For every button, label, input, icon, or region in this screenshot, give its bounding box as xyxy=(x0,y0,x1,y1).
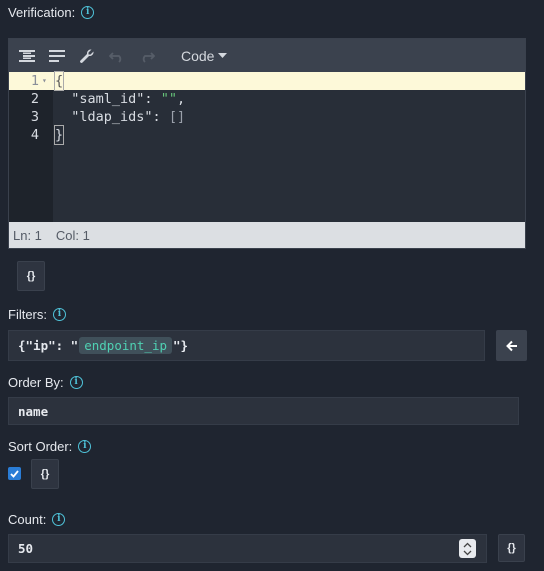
line-number: 3 xyxy=(30,109,39,125)
code-line: 3 "ldap_ids": [] xyxy=(9,108,525,126)
sort-order-json-button[interactable]: {} xyxy=(31,459,59,489)
info-icon[interactable]: i xyxy=(52,513,66,526)
verification-label-text: Verification: xyxy=(8,5,76,20)
undo-icon[interactable] xyxy=(107,46,127,66)
line-text: { xyxy=(53,71,65,91)
json-colon: : xyxy=(152,109,169,125)
info-icon[interactable]: i xyxy=(78,440,92,453)
json-editor[interactable]: Code 1 ▾ { 2 "saml_id": "", 3 "ldap_ids"… xyxy=(8,38,526,249)
code-line: 1 ▾ { xyxy=(9,71,525,91)
json-key: "ldap_ids" xyxy=(71,109,153,125)
editor-code-area[interactable]: 1 ▾ { 2 "saml_id": "", 3 "ldap_ids": [] … xyxy=(9,71,525,222)
redo-icon[interactable] xyxy=(137,46,157,66)
sort-order-label-text: Sort Order: xyxy=(8,439,73,454)
info-icon[interactable]: i xyxy=(81,6,95,19)
order-by-label: Order By: i xyxy=(8,375,83,390)
count-value: 50 xyxy=(18,541,34,556)
mode-dropdown[interactable]: Code xyxy=(181,47,228,64)
cursor-col: Col: 1 xyxy=(55,227,90,243)
check-icon xyxy=(10,469,19,478)
format-icon[interactable] xyxy=(17,46,37,66)
count-label: Count: i xyxy=(8,512,66,527)
info-icon[interactable]: i xyxy=(53,308,66,321)
line-number: 1 xyxy=(30,73,39,89)
json-colon: : xyxy=(144,91,161,107)
info-icon[interactable]: i xyxy=(69,376,83,389)
count-input[interactable]: 50 xyxy=(8,534,487,563)
chevron-down-icon xyxy=(218,52,228,58)
code-line: 2 "saml_id": "", xyxy=(9,90,525,108)
arrow-left-icon xyxy=(505,340,517,351)
filters-suffix: "} xyxy=(173,338,189,353)
stepper-icon xyxy=(463,542,472,555)
line-text: "ldap_ids": [] xyxy=(55,108,185,126)
editor-status-bar: Ln: 1 Col: 1 xyxy=(9,222,525,248)
filters-variable-chip[interactable]: endpoint_ip xyxy=(79,337,173,354)
verification-json-button[interactable]: {} xyxy=(17,261,45,291)
count-stepper[interactable] xyxy=(459,539,476,558)
order-by-label-text: Order By: xyxy=(8,375,64,390)
fold-icon[interactable]: ▾ xyxy=(42,72,47,90)
repair-icon[interactable] xyxy=(77,46,97,66)
filters-label: Filters: i xyxy=(8,307,66,322)
filters-label-text: Filters: xyxy=(8,307,47,322)
count-json-button[interactable]: {} xyxy=(498,534,525,562)
json-string: "" xyxy=(160,91,177,107)
json-array: [] xyxy=(168,109,186,125)
order-by-value: name xyxy=(18,403,49,419)
sort-order-label: Sort Order: i xyxy=(8,439,92,454)
json-comma: , xyxy=(176,91,186,107)
cursor-line: Ln: 1 xyxy=(13,227,42,243)
order-by-input[interactable]: name xyxy=(8,397,519,425)
line-text: "saml_id": "", xyxy=(55,90,185,108)
json-key: "saml_id" xyxy=(71,91,145,107)
count-label-text: Count: xyxy=(8,512,47,527)
insert-variable-button[interactable] xyxy=(496,330,527,361)
mode-label: Code xyxy=(181,47,215,64)
sort-order-checkbox[interactable] xyxy=(8,467,21,480)
code-line: 4 } xyxy=(9,125,525,145)
filters-prefix: {"ip": " xyxy=(18,338,79,353)
editor-toolbar: Code xyxy=(9,39,525,72)
verification-label: Verification: i xyxy=(8,5,95,20)
filters-input[interactable]: {"ip": " endpoint_ip "} xyxy=(8,330,485,361)
line-number: 4 xyxy=(30,127,39,143)
compact-icon[interactable] xyxy=(47,46,67,66)
line-number: 2 xyxy=(30,91,39,107)
line-text: } xyxy=(53,125,65,145)
